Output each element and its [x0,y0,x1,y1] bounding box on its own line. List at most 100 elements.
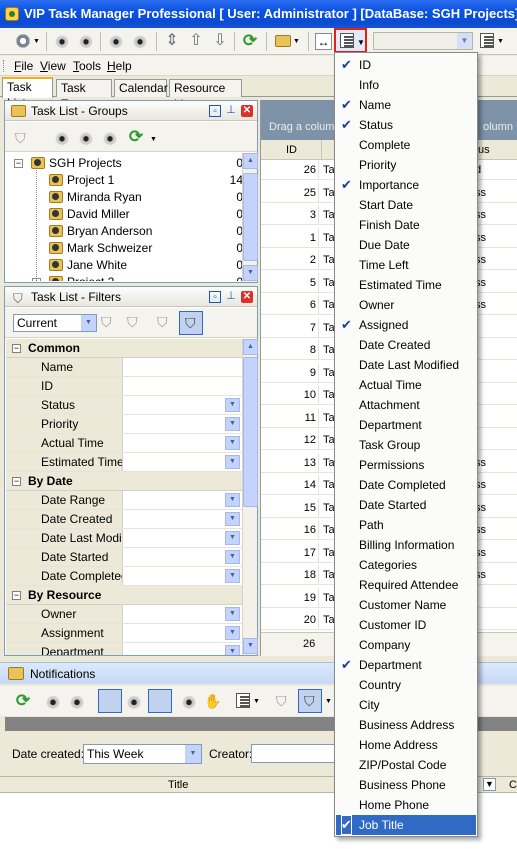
column-menu-item[interactable]: Importance [336,175,476,195]
expand-icon[interactable]: + [32,278,41,281]
filter-row[interactable]: Date Completed ▼ [6,567,243,586]
filter-icon[interactable]: ⛉ [276,693,287,710]
column-header-title[interactable]: Title [168,777,188,793]
column-header-id[interactable]: ID [286,140,297,160]
notify-mode-button[interactable] [98,689,122,713]
close-icon[interactable]: ✕ [241,105,253,117]
column-menu-item[interactable]: Categories [336,555,476,575]
filter-row[interactable]: Owner ▼ [6,605,243,624]
filter-row[interactable]: Estimated Time ▼ [6,453,243,472]
column-menu-item[interactable]: Company [336,635,476,655]
refresh-icon[interactable]: ⟳ [14,692,32,710]
column-menu-item[interactable]: Department [336,655,476,675]
filter-row[interactable]: Actual Time ▼ [6,434,243,453]
filter-row[interactable]: Date Created ▼ [6,510,243,529]
column-menu-item[interactable]: Status [336,115,476,135]
collapse-icon[interactable]: − [12,591,21,600]
column-menu-item[interactable]: Business Phone [336,775,476,795]
view-icon[interactable] [44,693,62,710]
chevron-down-icon[interactable]: ▼ [325,698,332,705]
filter-dropdown-icon[interactable]: ▼ [225,626,240,640]
column-menu-item[interactable]: City [336,695,476,715]
chevron-down-icon[interactable]: ▼ [497,38,504,45]
tree-item[interactable]: Mark Schweizer 0 [5,240,242,257]
column-menu-item[interactable]: Home Phone [336,795,476,815]
remove-filter-icon[interactable]: ⛉ [157,314,168,331]
column-menu-item[interactable]: Date Last Modified [336,355,476,375]
column-menu-item[interactable]: Name [336,95,476,115]
filter-dropdown-icon[interactable]: ▼ [225,550,240,564]
tree-item[interactable]: Bryan Anderson 0 [5,223,242,240]
view-filter-icon[interactable] [131,33,149,49]
tree-item[interactable]: Miranda Ryan 0 [5,189,242,206]
pin-icon[interactable]: ⊥ [225,291,237,303]
settings-gear-icon[interactable] [14,33,32,49]
column-menu-item[interactable]: Task Group [336,435,476,455]
refresh-icon[interactable]: ⟳ [127,128,145,145]
filter-row[interactable]: Assignment ▼ [6,624,243,643]
filter-dropdown-icon[interactable]: ▼ [225,512,240,526]
chevron-down-icon[interactable]: ▼ [253,698,260,705]
filter-row[interactable]: Date Last Modified ▼ [6,529,243,548]
column-menu-item[interactable]: Complete [336,135,476,155]
tree-item[interactable]: + Project 2 0 [5,274,242,281]
column-menu-item[interactable]: Start Date [336,195,476,215]
clear-filter-icon[interactable]: ⛉ [101,314,112,331]
column-menu-item[interactable]: Business Address [336,715,476,735]
chevron-down-icon[interactable]: ▼ [33,38,40,45]
chevron-down-icon[interactable]: ▼ [81,315,96,331]
column-menu-item[interactable]: Finish Date [336,215,476,235]
filter-category[interactable]: − By Date [6,472,243,491]
chevron-down-icon[interactable]: ▼ [185,745,201,763]
filter-dropdown-icon[interactable]: ▼ [225,569,240,583]
tab-task-list[interactable]: Task List [2,77,53,110]
view-group-icon[interactable] [125,693,143,710]
notify-details-button[interactable] [148,689,172,713]
filter-active-button[interactable]: ⛉ [179,311,203,335]
filter-row[interactable]: Priority ▼ [6,415,243,434]
scroll-up-icon[interactable]: ▲ [243,153,258,169]
column-menu-item[interactable]: Time Left [336,255,476,275]
column-menu-item[interactable]: Home Address [336,735,476,755]
print-preview-icon[interactable] [275,35,291,47]
groups-scrollbar[interactable]: ▲ ▼ [242,153,258,282]
column-menu-item[interactable]: Estimated Time [336,275,476,295]
scroll-up-icon[interactable]: ▲ [243,339,258,355]
chevron-down-icon[interactable]: ▼ [357,38,365,47]
scroll-thumb[interactable] [243,173,258,261]
column-menu-item[interactable]: Date Completed [336,475,476,495]
filter-dropdown-icon[interactable]: ▼ [225,436,240,450]
filter-dropdown-icon[interactable]: ▼ [225,417,240,431]
move-up-icon[interactable]: ⇧ [187,33,205,49]
tab-task-tree[interactable]: Task Tree [56,79,112,111]
refresh-icon[interactable]: ⟳ [241,32,259,49]
column-menu-item[interactable]: Customer Name [336,595,476,615]
view-filter-icon[interactable] [180,693,198,710]
filter-category[interactable]: − By Resource [6,586,243,605]
menu-tools[interactable]: Tools [73,59,101,73]
menu-view[interactable]: View [40,59,66,73]
column-menu-item[interactable]: Path [336,515,476,535]
column-menu-item[interactable]: Billing Information [336,535,476,555]
move-down-icon[interactable]: ⇩ [211,33,229,49]
menu-help[interactable]: Help [107,59,132,73]
view-combo[interactable]: ▼ [373,32,473,50]
view-icon[interactable] [53,130,71,146]
collapse-icon[interactable]: − [12,344,21,353]
collapse-icon[interactable]: − [14,159,23,168]
filter-row[interactable]: Name [6,358,243,377]
tree-item[interactable]: Project 1 14 [5,172,242,189]
tree-item[interactable]: − SGH Projects 0 [5,155,242,172]
filter-dropdown-icon[interactable]: ▼ [225,607,240,621]
filter-row[interactable]: Status ▼ [6,396,243,415]
date-created-select[interactable]: This Week ▼ [83,744,202,764]
filter-row[interactable]: Date Range ▼ [6,491,243,510]
column-menu-item[interactable]: Job Title [336,815,476,835]
column-menu-item[interactable]: Due Date [336,235,476,255]
view-icon[interactable] [53,33,71,49]
column-menu-item[interactable]: Info [336,75,476,95]
menu-file[interactable]: File [14,59,33,73]
column-menu-item[interactable]: ID [336,55,476,75]
restore-icon[interactable]: ▫ [209,291,221,303]
restore-icon[interactable]: ▫ [209,105,221,117]
